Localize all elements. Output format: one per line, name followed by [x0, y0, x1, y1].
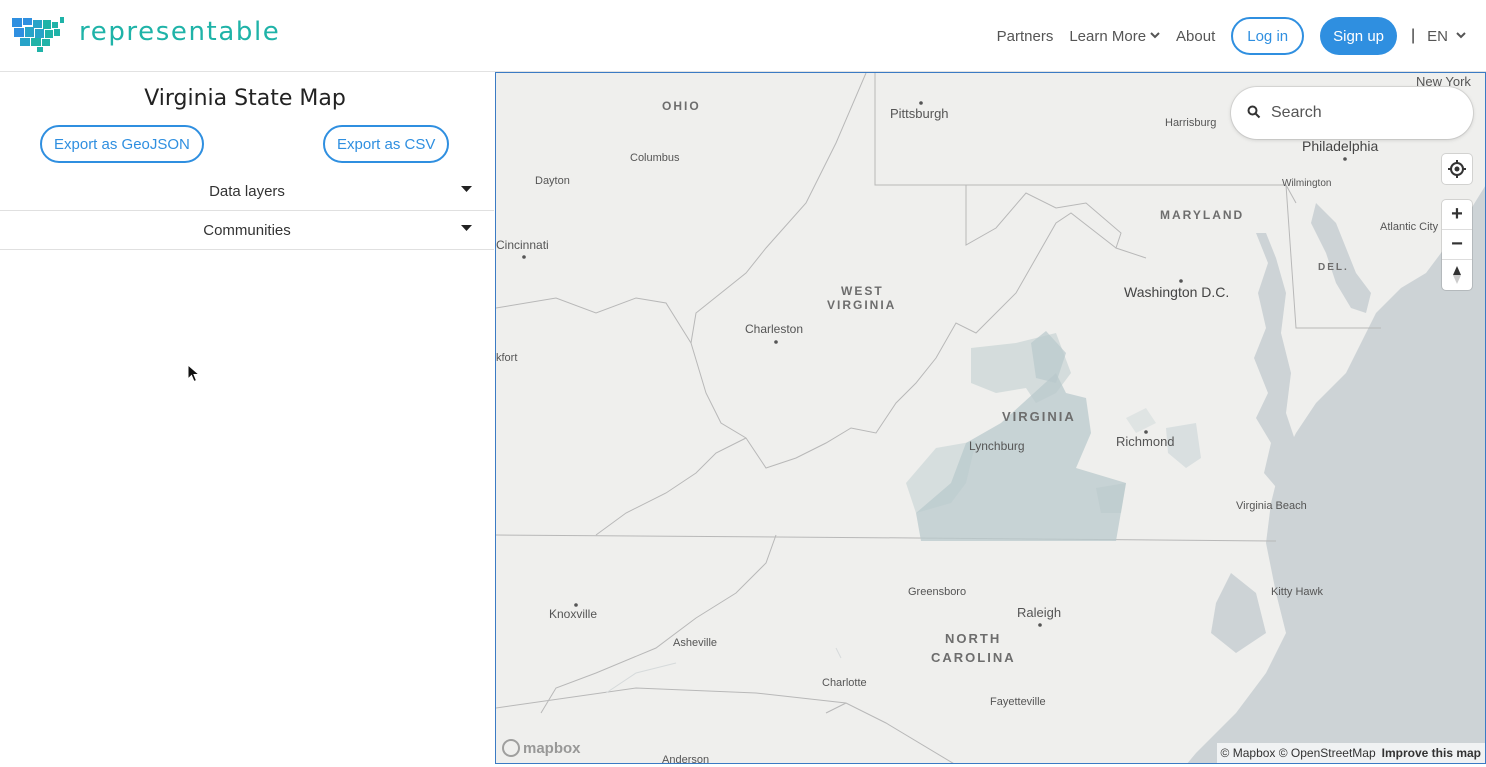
sign-up-button[interactable]: Sign up: [1320, 17, 1397, 55]
representable-logo-icon[interactable]: [10, 14, 66, 54]
city-label-dayton: Dayton: [535, 175, 570, 187]
attribution-text[interactable]: © Mapbox © OpenStreetMap: [1221, 746, 1376, 760]
top-nav: Partners Learn More About Log in Sign up…: [981, 16, 1466, 56]
geolocate-icon: [1448, 160, 1466, 178]
city-label-virginia-beach: Virginia Beach: [1236, 500, 1307, 512]
city-label-cincinnati: Cincinnati: [496, 238, 549, 252]
state-label-maryland: MARYLAND: [1160, 208, 1245, 222]
communities-accordion[interactable]: Communities: [0, 212, 494, 250]
search-icon: [1247, 105, 1261, 119]
city-label-fayetteville: Fayetteville: [990, 696, 1046, 708]
city-label-anderson: Anderson: [662, 754, 710, 764]
city-label-washington: Washington D.C.: [1124, 284, 1230, 300]
improve-map-link[interactable]: Improve this map: [1382, 746, 1481, 760]
state-label-carolina: CAROLINA: [931, 650, 1016, 665]
city-label-knoxville: Knoxville: [549, 607, 598, 621]
mapbox-logo-icon: [502, 739, 520, 757]
geolocate-button[interactable]: [1442, 154, 1472, 184]
chevron-down-icon: [1150, 31, 1160, 42]
state-label-delaware: DEL.: [1318, 262, 1349, 273]
mapbox-logo[interactable]: mapbox: [502, 739, 581, 757]
state-label-ohio: OHIO: [662, 99, 701, 113]
log-in-button[interactable]: Log in: [1231, 17, 1305, 55]
city-label-harrisburg: Harrisburg: [1165, 117, 1217, 129]
export-geojson-button[interactable]: Export as GeoJSON: [40, 125, 204, 163]
sidebar: Virginia State Map Export as GeoJSON Exp…: [0, 72, 495, 767]
zoom-controls: + −: [1442, 200, 1472, 290]
communities-label: Communities: [203, 222, 291, 239]
nav-learn-more[interactable]: Learn More: [1069, 28, 1160, 45]
city-label-charlotte: Charlotte: [822, 677, 867, 689]
state-label-west: WEST: [841, 284, 884, 298]
city-label-kitty-hawk: Kitty Hawk: [1271, 586, 1323, 598]
city-label-wilmington: Wilmington: [1282, 178, 1332, 189]
state-label-virginia: VIRGINIA: [1002, 409, 1076, 424]
city-label-pittsburgh: Pittsburgh: [890, 106, 949, 121]
zoom-out-button[interactable]: −: [1442, 230, 1472, 260]
sound-nc: [1211, 573, 1266, 653]
caret-down-icon: [461, 184, 472, 196]
language-selector[interactable]: EN: [1427, 28, 1466, 45]
compass-button[interactable]: [1442, 260, 1472, 290]
map-canvas[interactable]: OHIO WEST VIRGINIA MARYLAND VIRGINIA DEL…: [495, 72, 1486, 764]
brand-name[interactable]: representable: [79, 17, 280, 47]
language-label: EN: [1427, 27, 1448, 45]
map-attribution: © Mapbox © OpenStreetMap Improve this ma…: [1216, 743, 1485, 763]
city-label-philadelphia: Philadelphia: [1302, 138, 1379, 154]
chesapeake-bay: [1254, 233, 1296, 513]
city-label-atlantic-city: Atlantic City: [1380, 221, 1439, 233]
city-label-greensboro: Greensboro: [908, 586, 967, 598]
city-label-raleigh: Raleigh: [1017, 605, 1062, 620]
nav-partners[interactable]: Partners: [997, 28, 1054, 45]
mapbox-logo-text: mapbox: [523, 739, 581, 757]
city-label-frankfort: kfort: [496, 352, 518, 364]
export-csv-button[interactable]: Export as CSV: [323, 125, 450, 163]
state-label-west-virginia: VIRGINIA: [827, 298, 897, 312]
caret-down-icon: [461, 223, 472, 235]
city-dots: [522, 101, 1347, 627]
data-layers-accordion[interactable]: Data layers: [0, 173, 494, 211]
map-search-input[interactable]: [1271, 101, 1461, 125]
delaware-bay: [1311, 203, 1371, 313]
city-label-asheville: Asheville: [673, 637, 718, 649]
top-header: representable Partners Learn More About …: [0, 0, 1486, 72]
zoom-in-button[interactable]: +: [1442, 200, 1472, 230]
nav-learn-more-label: Learn More: [1069, 27, 1147, 45]
page-title: Virginia State Map: [144, 86, 346, 111]
mouse-cursor-icon: [187, 364, 201, 383]
city-label-charleston: Charleston: [745, 322, 804, 336]
map-search-box[interactable]: [1231, 87, 1473, 139]
nav-separator: |: [1411, 27, 1416, 44]
state-label-north: NORTH: [945, 631, 1002, 646]
city-label-columbus: Columbus: [630, 152, 680, 164]
compass-icon: [1453, 266, 1461, 284]
city-label-lynchburg: Lynchburg: [969, 439, 1025, 453]
city-label-richmond: Richmond: [1116, 434, 1175, 449]
data-layers-label: Data layers: [209, 183, 285, 200]
chevron-down-icon: [1456, 31, 1466, 42]
nav-about[interactable]: About: [1176, 28, 1215, 45]
